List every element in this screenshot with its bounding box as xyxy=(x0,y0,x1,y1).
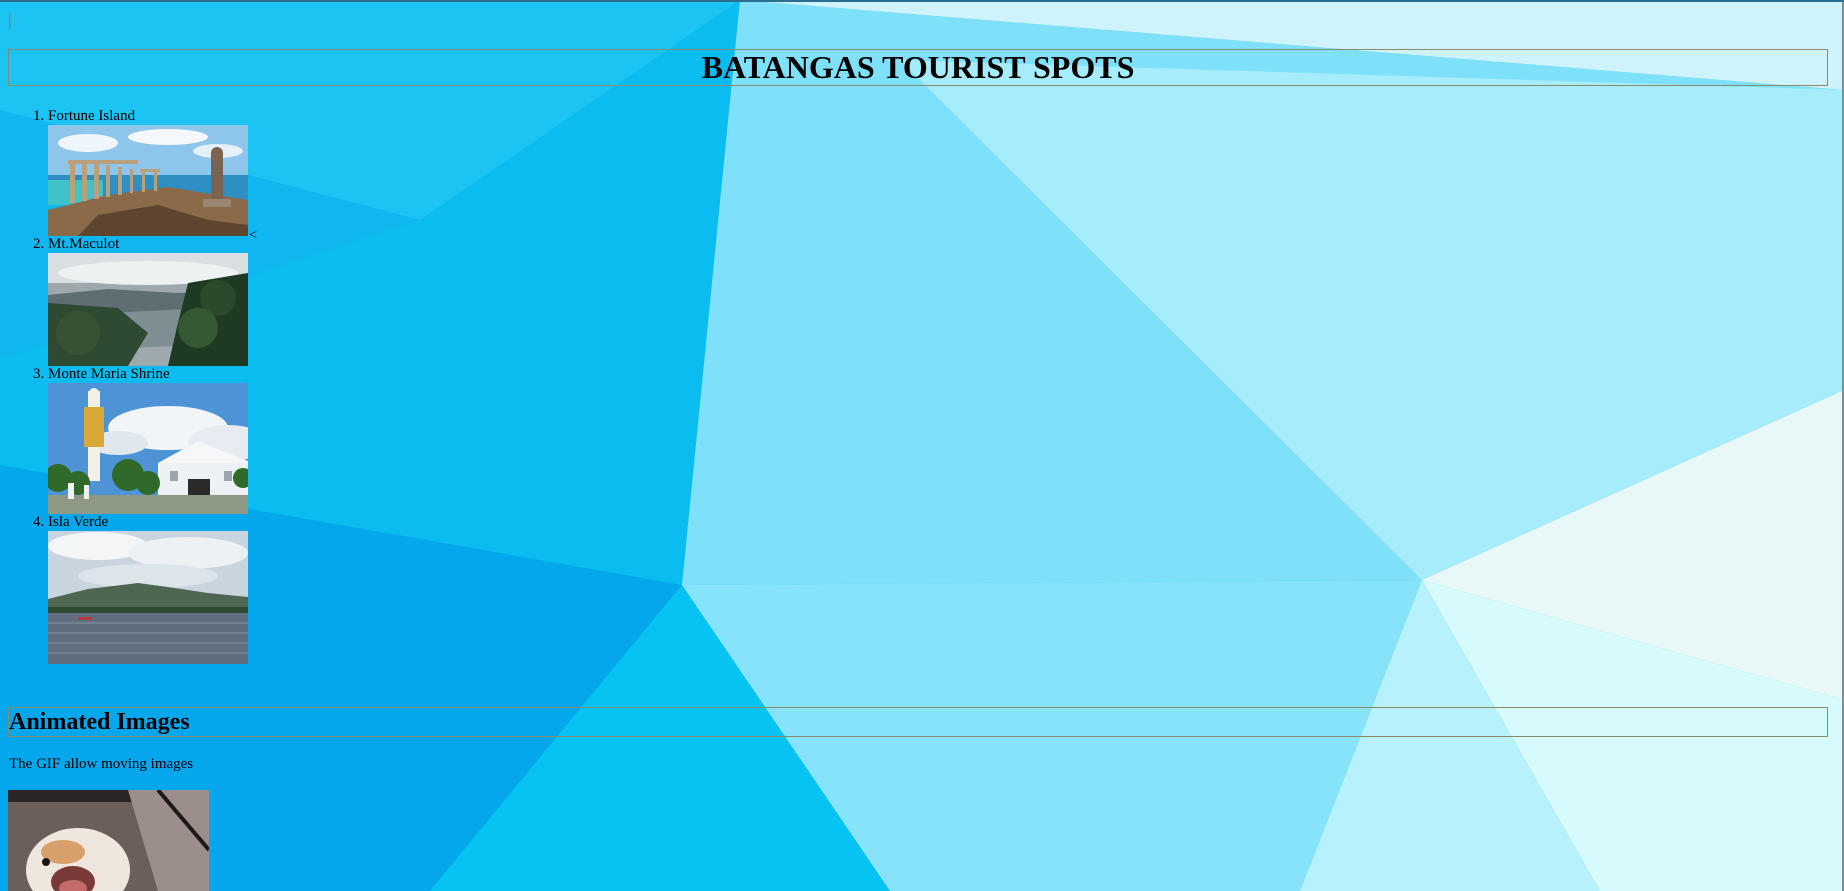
page-title-box: BATANGAS TOURIST SPOTS xyxy=(8,49,1828,86)
tourist-spot-list: Fortune Island xyxy=(8,108,248,664)
page-title: BATANGAS TOURIST SPOTS xyxy=(701,49,1135,85)
stray-text: < xyxy=(249,228,257,243)
monte-maria-shrine-photo xyxy=(48,383,248,514)
mt-maculot-photo xyxy=(48,253,248,366)
spot-label: Fortune Island xyxy=(48,108,136,124)
spot-label: Monte Maria Shrine xyxy=(48,366,170,382)
list-item: Fortune Island xyxy=(48,108,248,236)
spot-label: Mt.Maculot xyxy=(48,236,120,252)
window-top-border xyxy=(0,0,1844,2)
animated-description: The GIF allow moving images xyxy=(9,756,194,772)
list-item: Isla Verde xyxy=(48,514,248,664)
page: | BATANGAS TOURIST SPOTS Fortune Island xyxy=(0,0,1844,891)
spot-label: Isla Verde xyxy=(48,514,109,530)
list-item: Monte Maria Shrine xyxy=(48,366,248,514)
list-item: Mt.Maculot xyxy=(48,236,248,366)
animated-heading-box: Animated Images xyxy=(8,707,1828,737)
animated-gif-photo xyxy=(8,790,209,891)
fortune-island-photo xyxy=(48,125,248,236)
animated-heading: Animated Images xyxy=(9,709,190,735)
text-cursor: | xyxy=(8,9,12,29)
isla-verde-photo xyxy=(48,531,248,664)
